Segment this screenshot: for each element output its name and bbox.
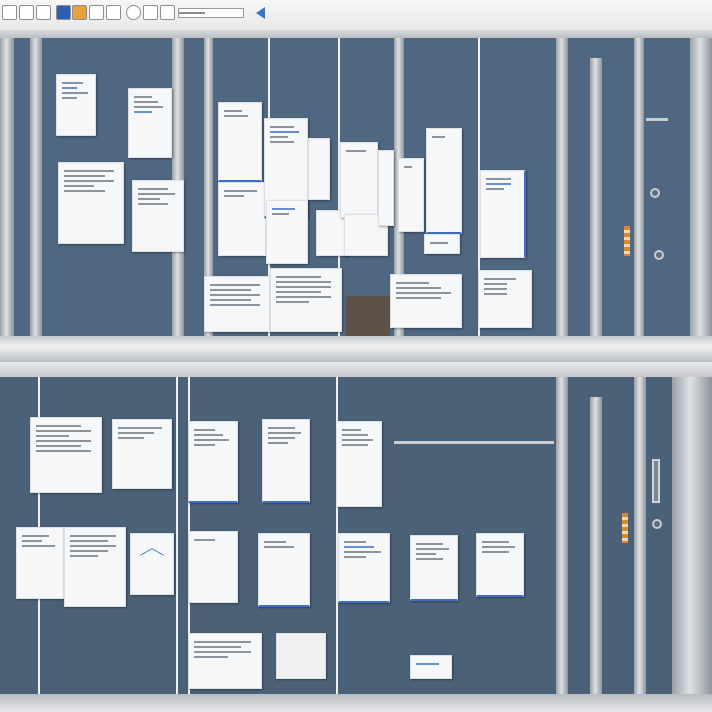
sticky-note[interactable]	[478, 270, 532, 328]
sticky-note[interactable]	[476, 533, 524, 597]
top-wall	[0, 38, 712, 336]
sticky-note[interactable]	[64, 527, 126, 607]
sticky-note[interactable]	[398, 158, 424, 232]
collapse-arrow-icon[interactable]	[256, 7, 265, 19]
bottom-wall	[0, 377, 712, 695]
share-icon[interactable]	[89, 5, 104, 20]
zoom-slider[interactable]	[178, 8, 244, 18]
crop-icon[interactable]	[160, 5, 175, 20]
sticky-note[interactable]	[58, 162, 124, 244]
chair-back	[346, 296, 390, 336]
door-knob	[650, 188, 660, 198]
sticky-note[interactable]	[270, 268, 342, 332]
sticky-note[interactable]	[410, 535, 458, 601]
transform-icon[interactable]	[106, 5, 121, 20]
sticky-note[interactable]	[262, 419, 310, 503]
sticky-note[interactable]	[390, 274, 462, 328]
sticky-note[interactable]	[308, 138, 330, 200]
middle-beam	[0, 336, 712, 362]
sticky-note[interactable]	[410, 655, 452, 679]
sticky-note[interactable]	[204, 276, 270, 332]
color-tag	[624, 226, 630, 256]
sticky-note[interactable]	[258, 533, 310, 607]
sticky-note[interactable]	[30, 417, 102, 493]
sticky-note[interactable]	[128, 88, 172, 158]
door-rail	[646, 118, 668, 121]
pages-icon[interactable]	[19, 5, 34, 20]
glass-divider	[176, 377, 178, 695]
sticky-note[interactable]	[16, 527, 64, 599]
sticky-note[interactable]	[378, 150, 394, 226]
sticky-note[interactable]	[218, 182, 266, 256]
contrast-icon[interactable]	[126, 5, 141, 20]
layout-icon[interactable]	[56, 5, 71, 20]
sticky-note[interactable]	[130, 533, 174, 595]
frame-post	[690, 38, 712, 336]
sticky-note[interactable]	[338, 533, 390, 603]
frame-post	[634, 377, 646, 695]
sticky-note[interactable]	[276, 633, 326, 679]
sticky-note[interactable]	[480, 170, 526, 258]
color-icon[interactable]	[72, 5, 87, 20]
door-handle	[652, 459, 660, 503]
sticky-note[interactable]	[340, 142, 378, 218]
frame-post	[0, 38, 14, 336]
color-tag	[622, 513, 628, 543]
sticky-note[interactable]	[188, 421, 238, 503]
toolbar	[0, 0, 712, 31]
zoom-slider-fill	[179, 12, 205, 14]
format-icon[interactable]	[2, 5, 17, 20]
frame-post	[590, 397, 602, 695]
door-knob	[654, 250, 664, 260]
sticky-note[interactable]	[424, 234, 460, 254]
image-icon[interactable]	[143, 5, 158, 20]
frame-post	[556, 377, 568, 695]
door-knob	[652, 519, 662, 529]
middle-beam-lower	[0, 362, 712, 378]
triangle-sketch-icon	[139, 544, 165, 558]
sticky-note[interactable]	[132, 180, 184, 252]
sticky-note[interactable]	[188, 633, 262, 689]
sticky-note[interactable]	[336, 421, 382, 507]
frame-post	[30, 38, 42, 336]
sticky-note[interactable]	[266, 200, 308, 264]
shelf-rail	[394, 441, 554, 444]
frame-post	[634, 38, 644, 336]
frame-post	[672, 377, 712, 695]
sticky-note[interactable]	[112, 419, 172, 489]
bottom-beam	[0, 694, 712, 712]
columns-icon[interactable]	[36, 5, 51, 20]
sticky-note[interactable]	[56, 74, 96, 136]
sticky-note[interactable]	[218, 102, 262, 182]
sticky-note[interactable]	[426, 128, 462, 234]
sticky-note[interactable]	[188, 531, 238, 603]
frame-post	[590, 58, 602, 336]
frame-post	[556, 38, 568, 336]
